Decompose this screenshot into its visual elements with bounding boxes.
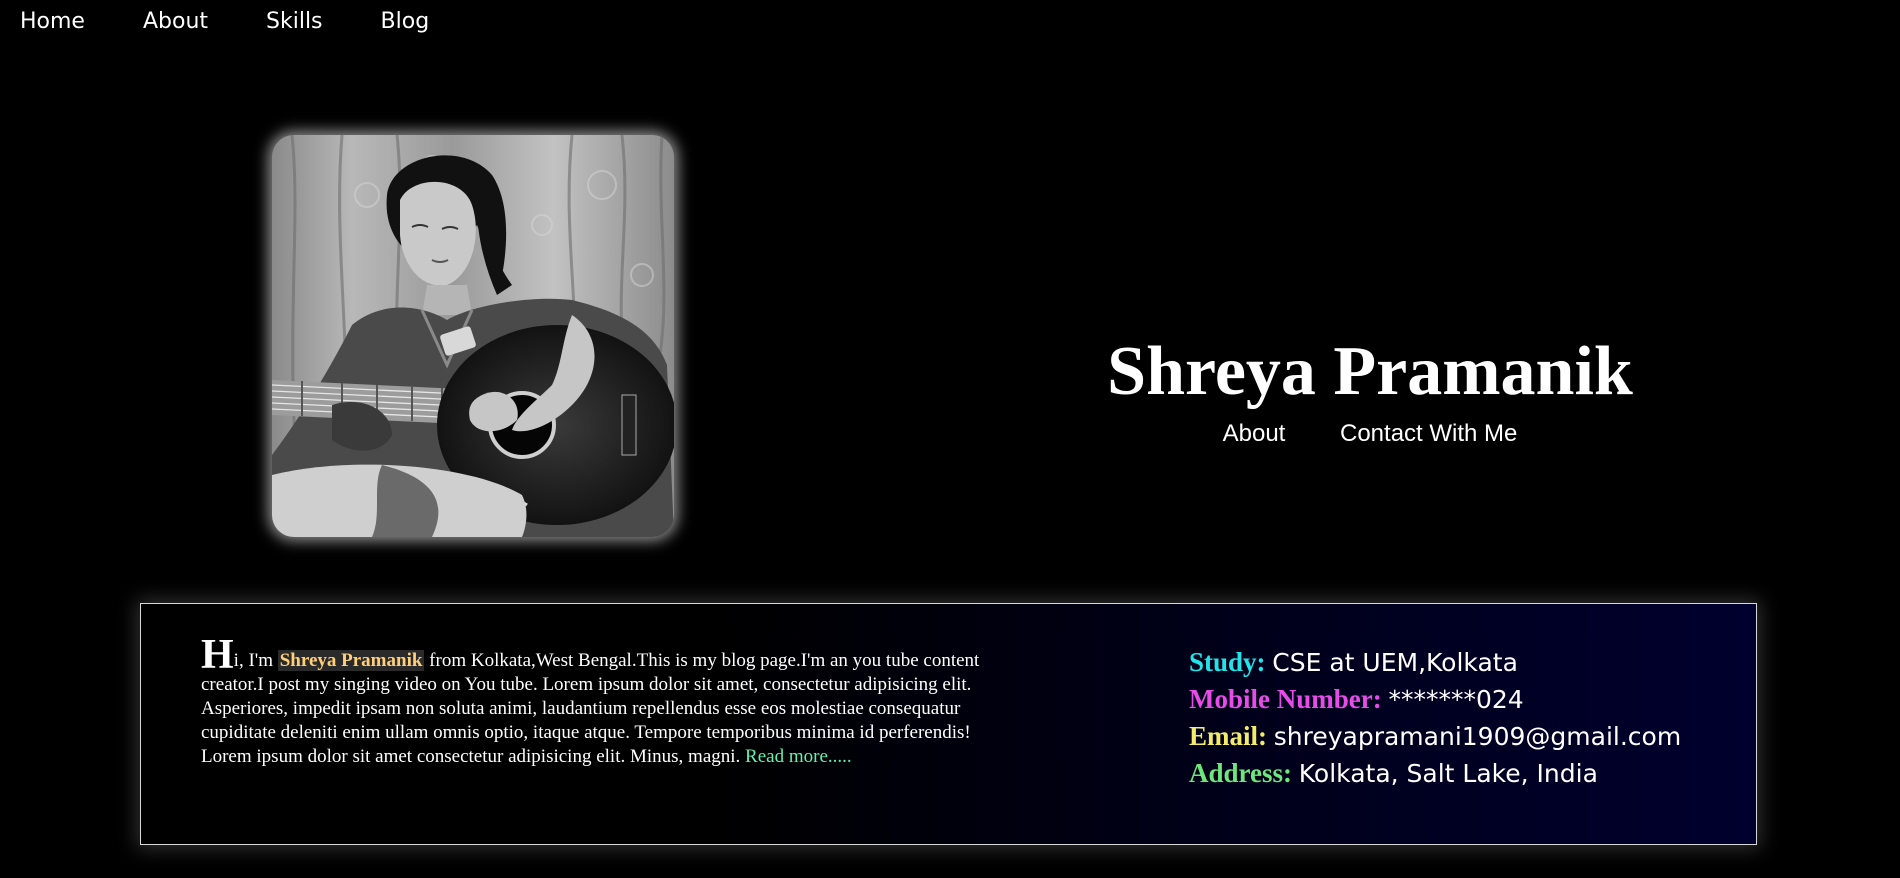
top-nav: Home About Skills Blog xyxy=(20,6,487,38)
hero-links: About Contact With Me xyxy=(1030,420,1710,448)
hero-name-title: Shreya Pramanik xyxy=(1107,333,1633,410)
nav-skills-link[interactable]: Skills xyxy=(266,6,323,38)
email-value: shreyapramani1909@gmail.com xyxy=(1273,722,1682,751)
hero-contact-link[interactable]: Contact With Me xyxy=(1340,420,1517,447)
address-value: Kolkata, Salt Lake, India xyxy=(1298,759,1598,788)
nav-about-link[interactable]: About xyxy=(143,6,208,38)
nav-blog-link[interactable]: Blog xyxy=(381,6,430,38)
read-more-link[interactable]: Read more..... xyxy=(745,746,852,767)
bio-paragraph: Hi, I'm Shreya Pramanik from Kolkata,Wes… xyxy=(201,634,1001,769)
contact-row-address: Address: Kolkata, Salt Lake, India xyxy=(1189,755,1681,792)
profile-photo xyxy=(272,135,674,537)
email-label: Email: xyxy=(1189,721,1267,751)
bio-dropcap: H xyxy=(201,632,234,678)
contact-row-study: Study: CSE at UEM,Kolkata xyxy=(1189,644,1681,681)
nav-home-link[interactable]: Home xyxy=(20,6,85,38)
about-info-box: Hi, I'm Shreya Pramanik from Kolkata,Wes… xyxy=(140,603,1757,845)
address-label: Address: xyxy=(1189,758,1293,788)
study-value: CSE at UEM,Kolkata xyxy=(1272,648,1518,677)
mobile-label: Mobile Number: xyxy=(1189,684,1382,714)
contact-row-mobile: Mobile Number: *******024 xyxy=(1189,681,1681,718)
study-label: Study: xyxy=(1189,647,1266,677)
bio-intro: i, I'm xyxy=(233,650,278,671)
hero-section: Shreya Pramanik About Contact With Me xyxy=(1030,330,1710,448)
contact-details: Study: CSE at UEM,Kolkata Mobile Number:… xyxy=(1189,644,1681,792)
bio-highlight-name: Shreya Pramanik xyxy=(277,650,425,671)
contact-row-email: Email: shreyapramani1909@gmail.com xyxy=(1189,718,1681,755)
hero-about-link[interactable]: About xyxy=(1223,420,1286,447)
mobile-value: *******024 xyxy=(1388,685,1524,714)
